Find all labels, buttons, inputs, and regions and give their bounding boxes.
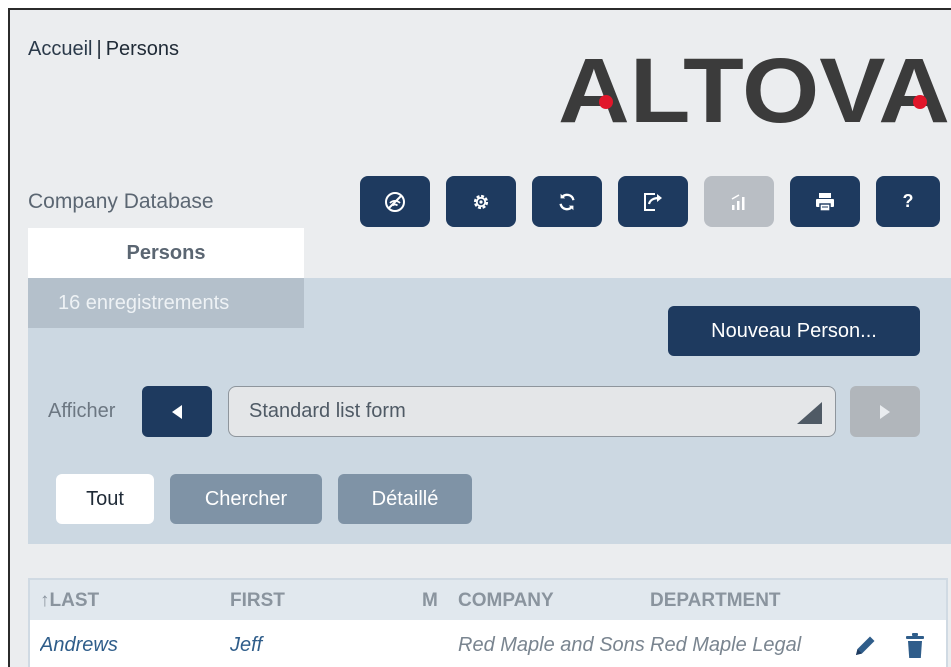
column-header-department[interactable]: DEPARTMENT bbox=[650, 590, 846, 612]
app-title: Company Database bbox=[28, 190, 214, 213]
record-count: 16 enregistrements bbox=[28, 278, 304, 328]
cell-company: Red Maple and Sons bbox=[458, 634, 645, 656]
no-signal-icon bbox=[385, 191, 405, 212]
form-select-value: Standard list form bbox=[249, 400, 406, 422]
delete-trash-icon[interactable] bbox=[900, 630, 930, 662]
sync-icon bbox=[559, 193, 575, 210]
next-form-button bbox=[850, 386, 920, 437]
form-select[interactable]: Standard list form bbox=[228, 386, 836, 437]
export-button[interactable] bbox=[618, 176, 688, 227]
filter-search-button[interactable]: Chercher bbox=[170, 474, 322, 524]
settings-button[interactable] bbox=[446, 176, 516, 227]
chart-icon bbox=[731, 193, 745, 210]
edit-pencil-icon[interactable] bbox=[850, 630, 880, 662]
logo-dot-left bbox=[599, 95, 613, 109]
column-header-company[interactable]: COMPANY bbox=[458, 590, 648, 612]
table-header: ↑LAST FIRST M COMPANY DEPARTMENT bbox=[30, 580, 946, 620]
table-row[interactable]: Andrews Jeff Red Maple and Sons Red Mapl… bbox=[30, 620, 946, 667]
triangle-right-icon bbox=[880, 404, 890, 419]
sync-button[interactable] bbox=[532, 176, 602, 227]
list-panel: 16 enregistrements Nouveau Person... Aff… bbox=[28, 278, 951, 544]
cell-department: Red Maple Legal bbox=[650, 634, 802, 656]
no-signal-button[interactable] bbox=[360, 176, 430, 227]
dropdown-corner-icon bbox=[797, 402, 822, 424]
logo-dot-right bbox=[913, 95, 927, 109]
persons-table: ↑LAST FIRST M COMPANY DEPARTMENT Andrews… bbox=[28, 578, 948, 667]
print-button[interactable] bbox=[790, 176, 860, 227]
cell-last[interactable]: Andrews bbox=[40, 634, 220, 657]
cell-first[interactable]: Jeff bbox=[230, 634, 410, 657]
previous-form-button[interactable] bbox=[142, 386, 212, 437]
chart-button bbox=[704, 176, 774, 227]
help-icon: ? bbox=[902, 191, 914, 211]
breadcrumb-home-link[interactable]: Accueil bbox=[28, 38, 92, 60]
filter-all-button[interactable]: Tout bbox=[56, 474, 154, 524]
app-window: Accueil | Persons ALTOVA Company Database bbox=[8, 8, 951, 667]
breadcrumb: Accueil | Persons bbox=[28, 38, 179, 61]
column-header-m[interactable]: M bbox=[422, 590, 452, 612]
column-header-first[interactable]: FIRST bbox=[230, 590, 410, 612]
filter-detailed-button[interactable]: Détaillé bbox=[338, 474, 472, 524]
breadcrumb-current: Persons bbox=[105, 38, 180, 60]
tab-persons[interactable]: Persons bbox=[28, 228, 304, 278]
triangle-left-icon bbox=[172, 404, 182, 419]
help-button[interactable]: ? bbox=[876, 176, 940, 227]
breadcrumb-separator: | bbox=[96, 38, 102, 60]
gear-icon bbox=[473, 194, 489, 209]
view-label: Afficher bbox=[48, 400, 116, 422]
print-icon bbox=[816, 192, 834, 212]
column-header-last[interactable]: ↑LAST bbox=[40, 590, 220, 612]
export-icon bbox=[644, 192, 662, 211]
new-person-button[interactable]: Nouveau Person... bbox=[668, 306, 920, 356]
altova-logo: ALTOVA bbox=[558, 44, 950, 130]
logo-text: ALTOVA bbox=[558, 44, 950, 130]
